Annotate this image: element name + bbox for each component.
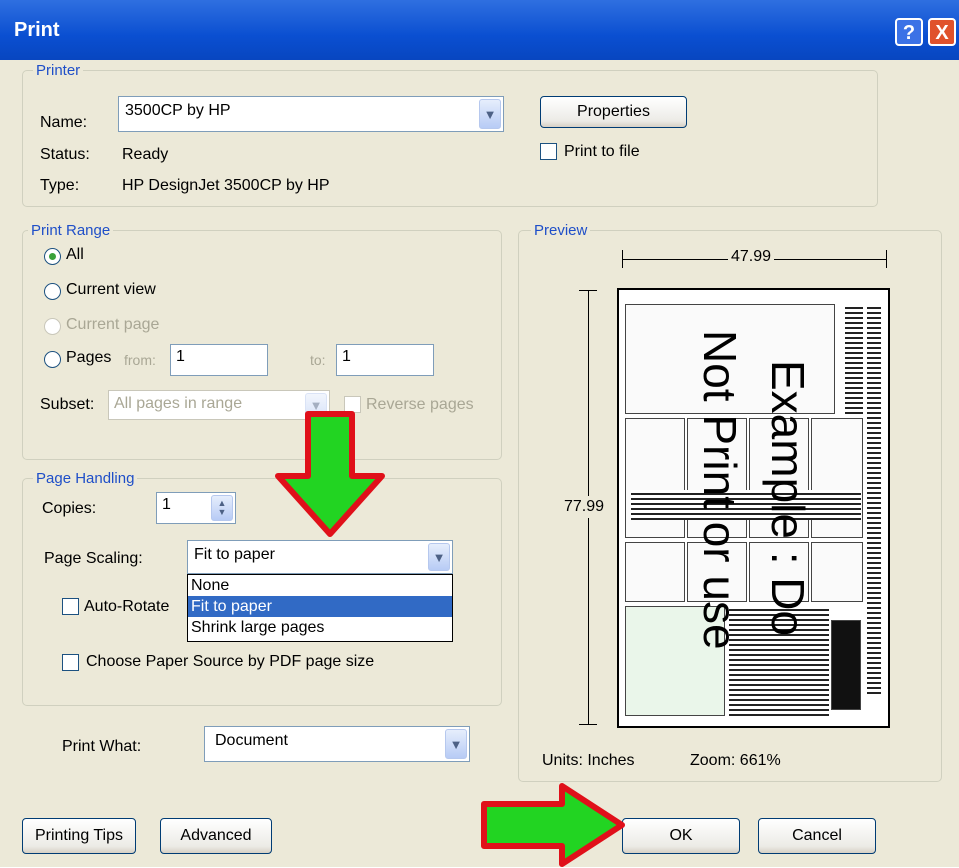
preview-width-label: 47.99 [728, 248, 775, 266]
pages-from-label: from: [124, 352, 156, 368]
printer-type-value: HP DesignJet 3500CP by HP [122, 177, 330, 194]
preview-watermark-line-2: Not Print or use [694, 330, 746, 650]
pages-label: Pages [66, 349, 112, 366]
copies-stepper[interactable]: 1 ▲ ▼ [156, 492, 236, 524]
all-label: All [66, 246, 84, 263]
preview-text-column [867, 304, 881, 694]
stepper-arrows-icon[interactable]: ▲ ▼ [211, 495, 233, 521]
print-what-combo[interactable]: Document ▼ [204, 726, 470, 762]
page-scaling-value: Fit to paper [194, 546, 275, 563]
title-bar: Print ? X [0, 0, 959, 60]
printer-status-value: Ready [122, 146, 169, 163]
copies-label: Copies: [42, 500, 97, 517]
printer-type-label: Type: [40, 177, 80, 194]
subset-label: Subset: [40, 396, 95, 413]
preview-panel [625, 542, 685, 602]
preview-label: Preview [531, 222, 591, 239]
help-button[interactable]: ? [895, 18, 923, 46]
print-what-value: Document [215, 732, 288, 749]
chevron-down-icon[interactable]: ▼ [445, 729, 467, 759]
print-to-file-label: Print to file [564, 143, 640, 160]
preview-height-label: 77.99 [564, 496, 605, 518]
chevron-down-icon[interactable]: ▼ [428, 543, 450, 571]
page-scaling-label: Page Scaling: [44, 550, 143, 567]
chevron-down-icon[interactable]: ▼ [479, 99, 501, 129]
print-what-label: Print What: [62, 738, 142, 755]
properties-button[interactable]: Properties [540, 96, 687, 128]
printer-name-label: Name: [40, 114, 88, 131]
printer-name-value: 3500CP by HP [125, 102, 231, 119]
print-dialog: Printer Name: 3500CP by HP ▼ Status: Rea… [0, 60, 959, 867]
close-button[interactable]: X [928, 18, 956, 46]
printer-name-combo[interactable]: 3500CP by HP ▼ [118, 96, 504, 132]
current-page-label: Current page [66, 316, 160, 333]
copies-value: 1 [162, 496, 171, 513]
current-page-radio [44, 318, 61, 335]
page-scaling-dropdown: None Fit to paper Shrink large pages [187, 574, 453, 642]
current-view-radio[interactable] [44, 283, 61, 300]
pages-radio[interactable] [44, 351, 61, 368]
window-title: Print [14, 19, 60, 41]
preview-page: Example : Do Not Print or use [617, 288, 890, 728]
choose-paper-source-label: Choose Paper Source by PDF page size [86, 653, 375, 670]
auto-rotate-checkbox[interactable] [62, 598, 79, 615]
preview-panel [811, 418, 863, 538]
pages-from-input[interactable]: 1 [170, 344, 268, 376]
preview-panel [831, 620, 861, 710]
subset-value: All pages in range [114, 395, 243, 412]
scaling-option-none[interactable]: None [188, 575, 452, 596]
pages-to-label: to: [310, 352, 326, 368]
down-arrow-icon [275, 411, 385, 537]
pages-to-input[interactable]: 1 [336, 344, 434, 376]
scaling-option-fit-to-paper[interactable]: Fit to paper [188, 596, 452, 617]
preview-zoom: Zoom: 661% [690, 752, 781, 769]
right-arrow-icon [481, 783, 625, 867]
scaling-option-shrink-large-pages[interactable]: Shrink large pages [188, 617, 452, 638]
cancel-button[interactable]: Cancel [758, 818, 876, 854]
current-view-label: Current view [66, 281, 156, 298]
height-dimension-tick-bottom [579, 724, 597, 725]
print-range-label: Print Range [28, 222, 114, 239]
preview-panel [811, 542, 863, 602]
width-dimension-tick-right [886, 250, 887, 268]
choose-paper-source-checkbox[interactable] [62, 654, 79, 671]
preview-watermark-line-1: Example : Do [762, 360, 814, 637]
page-handling-label: Page Handling [33, 470, 138, 487]
width-dimension-tick-left [622, 250, 623, 268]
auto-rotate-label: Auto-Rotate [84, 598, 170, 615]
preview-units: Units: Inches [542, 752, 635, 769]
height-dimension-tick-top [579, 290, 597, 291]
printer-status-label: Status: [40, 146, 90, 163]
preview-text-column [845, 304, 863, 414]
print-to-file-checkbox[interactable] [540, 143, 557, 160]
advanced-button[interactable]: Advanced [160, 818, 272, 854]
printing-tips-button[interactable]: Printing Tips [22, 818, 136, 854]
preview-panel [625, 418, 685, 538]
page-scaling-combo[interactable]: Fit to paper ▼ [187, 540, 453, 574]
printer-group-label: Printer [33, 62, 84, 79]
ok-button[interactable]: OK [622, 818, 740, 854]
all-radio[interactable] [44, 248, 61, 265]
